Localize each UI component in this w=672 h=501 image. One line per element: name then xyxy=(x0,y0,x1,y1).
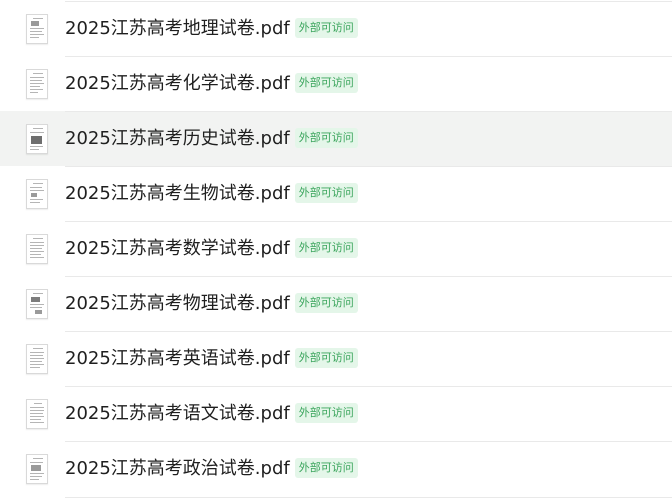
pdf-thumbnail-icon xyxy=(26,14,48,44)
file-name-text[interactable]: 2025江苏高考生物试卷.pdf xyxy=(65,183,290,204)
file-name[interactable]: 2025江苏高考生物试卷.pdf 外部可访问 xyxy=(65,166,358,221)
external-access-badge: 外部可访问 xyxy=(294,457,358,478)
file-row[interactable]: 2025江苏高考化学试卷.pdf 外部可访问 xyxy=(0,56,672,111)
file-name-text[interactable]: 2025江苏高考数学试卷.pdf xyxy=(65,238,290,259)
file-row[interactable]: 2025江苏高考数学试卷.pdf 外部可访问 xyxy=(0,221,672,276)
external-access-badge: 外部可访问 xyxy=(294,17,358,38)
pdf-thumbnail-icon xyxy=(26,124,48,154)
file-row[interactable]: 2025江苏高考地理试卷.pdf 外部可访问 xyxy=(0,1,672,56)
external-access-badge: 外部可访问 xyxy=(294,182,358,203)
file-name-text[interactable]: 2025江苏高考化学试卷.pdf xyxy=(65,73,290,94)
pdf-thumbnail-icon xyxy=(26,234,48,264)
row-divider xyxy=(65,497,672,498)
file-name-text[interactable]: 2025江苏高考政治试卷.pdf xyxy=(65,458,290,479)
external-access-badge: 外部可访问 xyxy=(294,72,358,93)
file-name[interactable]: 2025江苏高考政治试卷.pdf 外部可访问 xyxy=(65,441,358,496)
file-name[interactable]: 2025江苏高考数学试卷.pdf 外部可访问 xyxy=(65,221,358,276)
pdf-thumbnail-icon xyxy=(26,454,48,484)
file-name[interactable]: 2025江苏高考物理试卷.pdf 外部可访问 xyxy=(65,276,358,331)
pdf-thumbnail-icon xyxy=(26,344,48,374)
external-access-badge: 外部可访问 xyxy=(294,347,358,368)
external-access-badge: 外部可访问 xyxy=(294,402,358,423)
file-name-text[interactable]: 2025江苏高考地理试卷.pdf xyxy=(65,18,290,39)
pdf-thumbnail-icon xyxy=(26,289,48,319)
file-row[interactable]: 2025江苏高考物理试卷.pdf 外部可访问 xyxy=(0,276,672,331)
pdf-thumbnail-icon xyxy=(26,179,48,209)
external-access-badge: 外部可访问 xyxy=(294,292,358,313)
file-name[interactable]: 2025江苏高考英语试卷.pdf 外部可访问 xyxy=(65,331,358,386)
file-row[interactable]: 2025江苏高考英语试卷.pdf 外部可访问 xyxy=(0,331,672,386)
file-name[interactable]: 2025江苏高考化学试卷.pdf 外部可访问 xyxy=(65,56,358,111)
file-name-text[interactable]: 2025江苏高考物理试卷.pdf xyxy=(65,293,290,314)
file-name[interactable]: 2025江苏高考历史试卷.pdf 外部可访问 xyxy=(65,111,358,166)
external-access-badge: 外部可访问 xyxy=(294,237,358,258)
file-row[interactable]: 2025江苏高考生物试卷.pdf 外部可访问 xyxy=(0,166,672,221)
pdf-thumbnail-icon xyxy=(26,399,48,429)
file-name-text[interactable]: 2025江苏高考语文试卷.pdf xyxy=(65,403,290,424)
file-row[interactable]: 2025江苏高考语文试卷.pdf 外部可访问 xyxy=(0,386,672,441)
file-list: 2025江苏高考地理试卷.pdf 外部可访问 2025江苏高考化学试卷.pdf 外部… xyxy=(0,0,672,501)
file-name[interactable]: 2025江苏高考地理试卷.pdf 外部可访问 xyxy=(65,1,358,56)
file-row[interactable]: 2025江苏高考政治试卷.pdf 外部可访问 xyxy=(0,441,672,496)
file-name-text[interactable]: 2025江苏高考历史试卷.pdf xyxy=(65,128,290,149)
external-access-badge: 外部可访问 xyxy=(294,127,358,148)
file-row-hovered[interactable]: 2025江苏高考历史试卷.pdf 外部可访问 xyxy=(0,111,672,166)
pdf-thumbnail-icon xyxy=(26,69,48,99)
file-name[interactable]: 2025江苏高考语文试卷.pdf 外部可访问 xyxy=(65,386,358,441)
file-name-text[interactable]: 2025江苏高考英语试卷.pdf xyxy=(65,348,290,369)
